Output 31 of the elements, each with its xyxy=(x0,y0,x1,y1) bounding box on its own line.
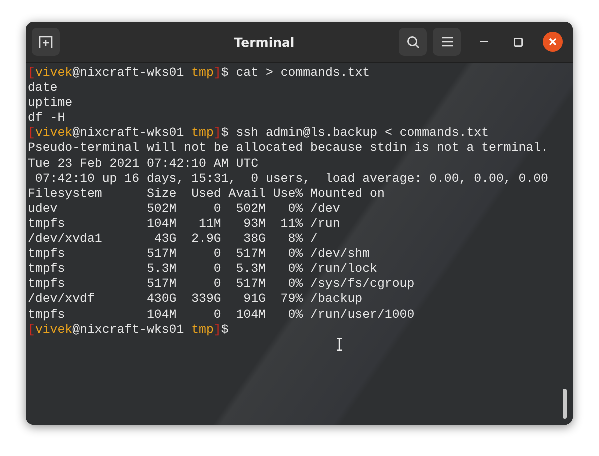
menu-button[interactable] xyxy=(433,28,461,56)
output-line: date xyxy=(28,81,59,96)
minimize-icon xyxy=(480,41,488,43)
output-line: Tue 23 Feb 2021 07:42:10 AM UTC xyxy=(28,156,260,172)
output-line: Pseudo-terminal will not be allocated because stdin is not a terminal. xyxy=(28,141,550,157)
search-icon xyxy=(406,36,420,48)
output-line: tmpfs 517M 0 517M 0% /sys/fs/cgroup xyxy=(28,277,416,292)
output-line: df -H xyxy=(28,111,66,126)
scrollbar[interactable] xyxy=(563,389,567,419)
window-title: Terminal xyxy=(233,34,296,50)
close-button[interactable] xyxy=(543,32,563,52)
output-line: tmpfs 517M 0 517M 0% /dev/shm xyxy=(28,247,372,262)
output-line: /dev/xvda1 43G 2.9G 38G 8% / xyxy=(28,232,319,248)
output-line: Filesystem Size Used Avail Use% Mounted on xyxy=(28,186,386,202)
new-tab-icon xyxy=(39,35,53,49)
output-line: 07:42:10 up 16 days, 15:31, 0 users, load average: 0.00, 0.00, 0.00 xyxy=(34,172,550,187)
prompt-line: [vivek@nixcraft-wks01 tmp]$ xyxy=(28,322,230,338)
search-button[interactable] xyxy=(399,28,427,56)
close-icon xyxy=(549,38,557,46)
prompt-line: [vivek@nixcraft-wks01 tmp]$ ssh admin@ls.backup < commands.txt xyxy=(28,126,490,142)
output-line: tmpfs 104M 0 104M 0% /run/user/1000 xyxy=(28,308,416,323)
new-tab-button[interactable] xyxy=(32,28,60,56)
maximize-icon xyxy=(514,38,522,46)
prompt-line: [vivek@nixcraft-wks01 tmp]$ cat > commands.txt xyxy=(28,66,372,82)
output-line: uptime xyxy=(28,96,74,112)
menu-icon xyxy=(442,37,452,47)
output-line: /dev/xvdf 430G 339G 91G 79% /backup xyxy=(28,292,364,308)
output-line: tmpfs 104M 11M 93M 11% /run xyxy=(28,216,342,232)
output-line: udev 502M 0 502M 0% /dev xyxy=(28,202,342,217)
text-cursor-icon xyxy=(336,338,343,351)
output-line: tmpfs 5.3M 0 5.3M 0% /run/lock xyxy=(28,262,378,278)
